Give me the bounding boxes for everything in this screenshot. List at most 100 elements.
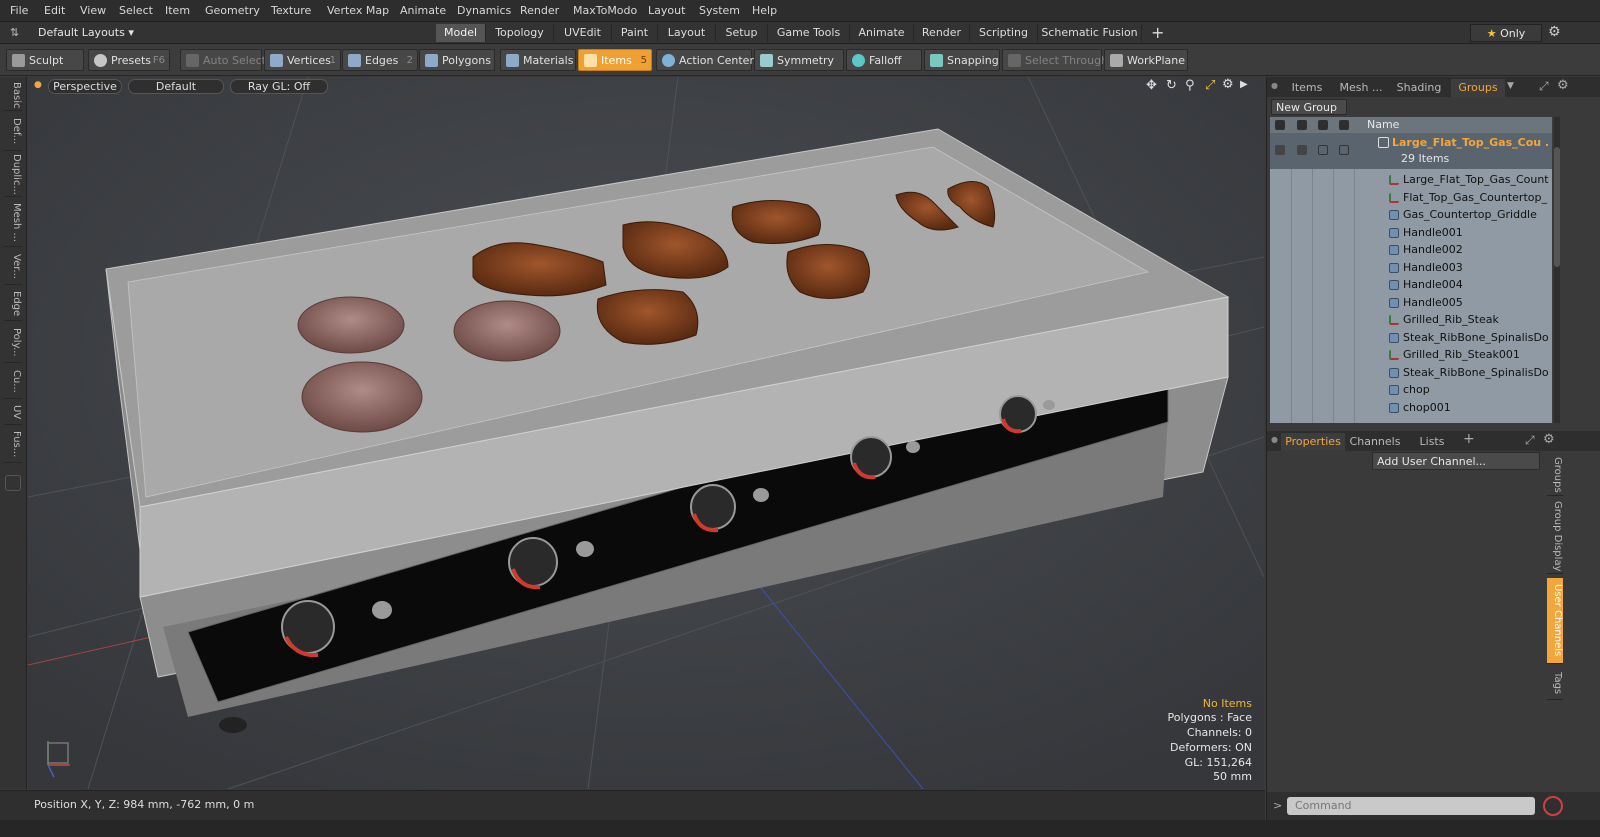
menu-view[interactable]: View — [80, 4, 106, 17]
only-button[interactable]: ★ Only — [1470, 24, 1542, 42]
name-column-header[interactable]: Name — [1367, 118, 1399, 131]
tab-properties[interactable]: Properties — [1281, 433, 1345, 451]
menu-help[interactable]: Help — [752, 4, 777, 17]
add-props-tab-icon[interactable]: + — [1463, 431, 1475, 447]
left-tab-deform[interactable]: Def... — [4, 113, 22, 151]
group-item-row[interactable]: chop — [1270, 381, 1552, 399]
polygons-button[interactable]: Polygons — [419, 49, 495, 71]
layout-selector[interactable]: Default Layouts ▾ — [38, 26, 134, 39]
tab-schematic-fusion[interactable]: Schematic Fusion — [1038, 24, 1142, 42]
tab-render[interactable]: Render — [914, 24, 970, 42]
sculpt-button[interactable]: Sculpt — [6, 49, 84, 71]
add-user-channel-button[interactable]: Add User Channel... — [1372, 452, 1540, 470]
shading-mode-button[interactable]: Default — [128, 79, 224, 94]
group-item-row[interactable]: Steak_RibBone_SpinalisDors ... — [1270, 329, 1552, 347]
menu-item[interactable]: Item — [165, 4, 190, 17]
props-settings-icon[interactable]: ⚙ — [1543, 432, 1555, 447]
symmetry-button[interactable]: Symmetry — [754, 49, 844, 71]
edges-button[interactable]: Edges 2 — [342, 49, 418, 71]
viewport-expand-icon[interactable]: ▶ — [1240, 79, 1248, 90]
viewport-settings-icon[interactable]: ⚙ — [1222, 77, 1234, 92]
group-item-row[interactable]: Handle005 — [1270, 294, 1552, 312]
materials-button[interactable]: Materials — [500, 49, 576, 71]
presets-button[interactable]: Presets F6 — [88, 49, 170, 71]
group-item-row[interactable]: Grilled_Rib_Steak — [1270, 311, 1552, 329]
command-record-button[interactable] — [1543, 796, 1563, 816]
group-row[interactable]: Large_Flat_Top_Gas_Cou ... 29 Items — [1270, 133, 1552, 169]
group-select-icon[interactable] — [1339, 145, 1349, 155]
tab-model[interactable]: Model — [436, 24, 486, 42]
side-tab-user-channels[interactable]: User Channels — [1547, 578, 1563, 664]
settings-icon[interactable]: ⚙ — [1548, 24, 1561, 40]
zoom-icon[interactable]: ⚲ — [1185, 78, 1195, 93]
group-item-row[interactable]: Large_Flat_Top_Gas_Count ... — [1270, 171, 1552, 189]
side-tab-groups[interactable]: Groups — [1547, 454, 1563, 496]
group-item-row[interactable]: Grilled_Rib_Steak001 — [1270, 346, 1552, 364]
render-icon[interactable] — [1297, 120, 1307, 130]
menu-animate[interactable]: Animate — [400, 4, 446, 17]
side-tab-tags[interactable]: Tags — [1547, 668, 1563, 700]
group-visibility-icon[interactable] — [1275, 145, 1285, 155]
groups-list[interactable]: Name Large_Flat_Top_Gas_Cou ... 29 Items… — [1270, 117, 1552, 423]
menu-system[interactable]: System — [699, 4, 740, 17]
panel-settings-icon[interactable]: ⚙ — [1557, 78, 1569, 93]
left-tab-basic[interactable]: Basic — [4, 81, 22, 111]
tab-scripting[interactable]: Scripting — [970, 24, 1038, 42]
left-tab-fusion[interactable]: Fus... — [4, 427, 22, 463]
panel-expand-icon[interactable]: ⤢ — [1539, 79, 1549, 94]
group-item-row[interactable]: chop001 — [1270, 399, 1552, 417]
add-tab-icon[interactable]: + — [1151, 23, 1164, 42]
3d-viewport[interactable]: ● Perspective Default Ray GL: Off ✥ ↻ ⚲ … — [28, 77, 1264, 789]
group-render-icon[interactable] — [1297, 145, 1307, 155]
menu-layout[interactable]: Layout — [648, 4, 685, 17]
panel-menu-dot-icon[interactable]: ● — [1271, 81, 1278, 90]
tab-groups[interactable]: Groups — [1451, 79, 1505, 97]
menu-vertex-map[interactable]: Vertex Map — [327, 4, 389, 17]
vertices-button[interactable]: Vertices 1 — [264, 49, 341, 71]
tab-items[interactable]: Items — [1281, 79, 1333, 97]
menu-file[interactable]: File — [10, 4, 28, 17]
falloff-button[interactable]: Falloff — [846, 49, 922, 71]
tab-mesh[interactable]: Mesh ... — [1333, 79, 1389, 97]
command-input[interactable]: Command — [1287, 797, 1535, 815]
menu-maxtomodo[interactable]: MaxToModo — [573, 4, 637, 17]
group-item-row[interactable]: Gas_Countertop_Griddle — [1270, 206, 1552, 224]
tab-lists[interactable]: Lists — [1407, 433, 1457, 451]
action-center-button[interactable]: Action Center — [656, 49, 754, 71]
rotate-icon[interactable]: ↻ — [1166, 78, 1177, 93]
left-tab-curve[interactable]: Cu... — [4, 365, 22, 399]
tab-animate[interactable]: Animate — [850, 24, 914, 42]
viewport-menu-dot-icon[interactable]: ● — [34, 80, 42, 90]
items-button[interactable]: Items 5 — [578, 49, 652, 71]
menu-render[interactable]: Render — [520, 4, 559, 17]
menu-texture[interactable]: Texture — [271, 4, 311, 17]
menu-edit[interactable]: Edit — [44, 4, 65, 17]
group-item-row[interactable]: Steak_RibBone_SpinalisDors ... — [1270, 364, 1552, 382]
group-item-row[interactable]: Handle003 — [1270, 259, 1552, 277]
auto-select-button[interactable]: Auto Select — [180, 49, 266, 71]
menu-dynamics[interactable]: Dynamics — [457, 4, 511, 17]
view-mode-button[interactable]: Perspective — [48, 79, 122, 94]
tab-paint[interactable]: Paint — [612, 24, 658, 42]
left-tab-vertex[interactable]: Ver... — [4, 249, 22, 285]
props-expand-icon[interactable]: ⤢ — [1525, 433, 1535, 448]
visibility-icon[interactable] — [1275, 120, 1285, 130]
lock-icon[interactable] — [1318, 120, 1328, 130]
group-lock-icon[interactable] — [1318, 145, 1328, 155]
menu-geometry[interactable]: Geometry — [205, 4, 260, 17]
group-item-row[interactable]: Handle001 — [1270, 224, 1552, 242]
side-tab-group-display[interactable]: Group Display — [1547, 500, 1563, 574]
tab-layout[interactable]: Layout — [658, 24, 716, 42]
left-tab-mesh[interactable]: Mesh ... — [4, 199, 22, 247]
tab-channels[interactable]: Channels — [1347, 433, 1403, 451]
select-icon[interactable] — [1339, 120, 1349, 130]
menu-select[interactable]: Select — [119, 4, 153, 17]
tab-shading[interactable]: Shading — [1389, 79, 1449, 97]
left-tab-duplicate[interactable]: Duplic... — [4, 153, 22, 197]
group-item-row[interactable]: Handle002 — [1270, 241, 1552, 259]
new-group-button[interactable]: New Group — [1271, 99, 1347, 115]
fit-icon[interactable]: ⤢ — [1205, 78, 1215, 93]
group-item-row[interactable]: Flat_Top_Gas_Countertop_ ... — [1270, 189, 1552, 207]
group-item-row[interactable]: Handle004 — [1270, 276, 1552, 294]
left-tab-edge[interactable]: Edge — [4, 287, 22, 321]
